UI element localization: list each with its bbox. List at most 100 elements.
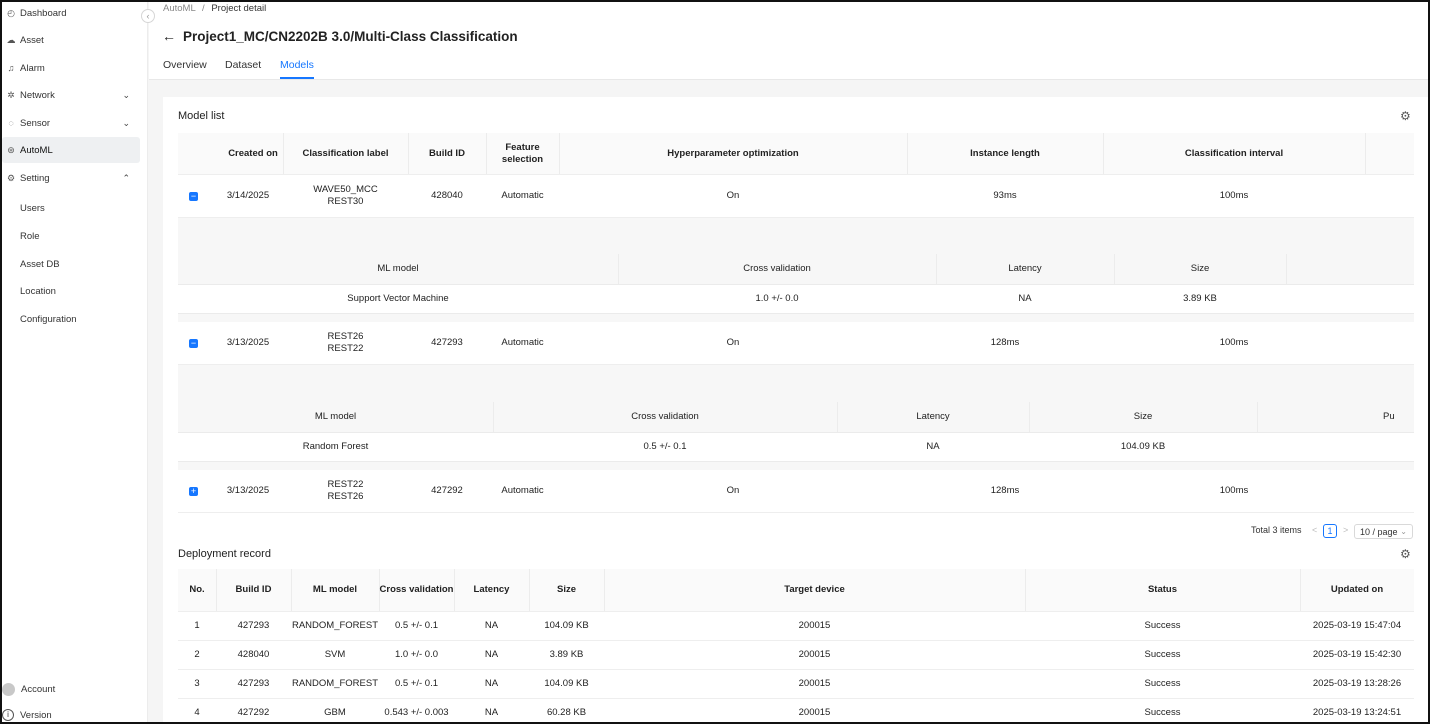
sidebar-sub-item-asset-db[interactable]: Asset DB	[20, 259, 60, 270]
expand-row-icon[interactable]: +	[189, 487, 198, 496]
ml-model-cell: RANDOM_FOREST	[291, 678, 379, 689]
column-header-no[interactable]: No.	[178, 569, 216, 611]
asset-icon: ☁	[6, 34, 16, 45]
table-row[interactable]: + 3/13/2025 REST22 REST26 427292 Automat…	[178, 470, 1414, 513]
next-page-button[interactable]: >	[1343, 525, 1348, 535]
created-on-cell: 3/13/2025	[226, 485, 270, 496]
table-row[interactable]: 1 427293 RANDOM_FOREST 0.5 +/- 0.1 NA 10…	[178, 612, 1414, 641]
feature-selection-cell: Automatic	[501, 190, 544, 201]
build-id-cell: 427292	[237, 707, 270, 718]
sidebar-item-alarm[interactable]: ♫ Alarm	[2, 55, 140, 81]
chevron-down-icon: ⌄	[1400, 527, 1407, 536]
label-line: WAVE50_MCC	[313, 184, 378, 195]
prev-page-button[interactable]: <	[1312, 525, 1317, 535]
label-line: REST30	[327, 196, 364, 207]
tab-models[interactable]: Models	[280, 59, 314, 71]
instance-length-cell: 93ms	[993, 190, 1017, 201]
classification-label-cell: REST26 REST22	[283, 322, 408, 364]
no-cell: 4	[194, 707, 200, 718]
expanded-spacer	[178, 314, 1414, 322]
column-header-updated-on[interactable]: Updated on	[1300, 569, 1414, 611]
table-row[interactable]: − 3/14/2025 WAVE50_MCC REST30 428040 Aut…	[178, 175, 1414, 218]
sub-table-row[interactable]: Random Forest 0.5 +/- 0.1 NA 104.09 KB	[178, 433, 1414, 462]
sidebar-item-label: Network	[20, 89, 55, 101]
column-header-build-id[interactable]: Build ID	[408, 133, 486, 174]
column-header-truncated: Pu	[1383, 411, 1395, 422]
table-row[interactable]: 2 428040 SVM 1.0 +/- 0.0 NA 3.89 KB 2000…	[178, 641, 1414, 670]
column-header-created-on[interactable]: Created on	[213, 133, 293, 174]
table-row[interactable]: 4 427292 GBM 0.543 +/- 0.003 NA 60.28 KB…	[178, 699, 1414, 724]
size-cell: 104.09 KB	[544, 620, 589, 631]
column-header-ml-model[interactable]: ML model	[291, 569, 379, 611]
latency-cell: NA	[484, 707, 499, 718]
sidebar-item-label: Alarm	[20, 62, 45, 74]
target-device-cell: 200015	[798, 707, 831, 718]
label-line: REST26	[327, 331, 364, 342]
table-row[interactable]: 3 427293 RANDOM_FOREST 0.5 +/- 0.1 NA 10…	[178, 670, 1414, 699]
total-items: Total 3 items	[1251, 525, 1302, 535]
network-icon: ✲	[7, 89, 15, 100]
sidebar: ◴ Dashboard ☁ Asset ♫ Alarm ✲ Network ⌄ …	[0, 0, 148, 724]
sidebar-collapse-button[interactable]: ‹	[141, 9, 155, 23]
sidebar-item-sensor[interactable]: ◌ Sensor ⌄	[2, 110, 140, 136]
sub-table-row[interactable]: Support Vector Machine 1.0 +/- 0.0 NA 3.…	[178, 285, 1414, 314]
column-header-classification-interval[interactable]: Classification interval	[1103, 133, 1365, 174]
account-menu[interactable]: Account	[2, 683, 55, 696]
sidebar-sub-item-users[interactable]: Users	[20, 203, 45, 214]
column-header-classification-label[interactable]: Classification label	[283, 133, 408, 174]
table-settings-gear-icon[interactable]: ⚙	[1400, 109, 1411, 123]
sidebar-item-asset[interactable]: ☁ Asset	[2, 27, 140, 53]
column-header-hyperparameter-optimization[interactable]: Hyperparameter optimization	[559, 133, 907, 174]
sidebar-sub-item-role[interactable]: Role	[20, 231, 40, 242]
created-on-cell: 3/14/2025	[226, 190, 270, 201]
collapse-row-icon[interactable]: −	[189, 339, 198, 348]
target-device-cell: 200015	[798, 649, 831, 660]
column-header-feature-selection[interactable]: Feature selection	[486, 133, 559, 174]
deployment-settings-gear-icon[interactable]: ⚙	[1400, 547, 1411, 561]
build-id-cell: 427293	[431, 337, 463, 348]
version-menu[interactable]: i Version	[2, 709, 52, 721]
sidebar-item-network[interactable]: ✲ Network ⌄	[2, 82, 140, 108]
tab-dataset[interactable]: Dataset	[225, 59, 261, 71]
column-header-status[interactable]: Status	[1025, 569, 1300, 611]
classification-interval-cell: 100ms	[1219, 485, 1249, 496]
latency-cell: NA	[926, 441, 940, 452]
model-list-header: Created on Classification label Build ID…	[178, 133, 1414, 175]
collapse-row-icon[interactable]: −	[189, 192, 198, 201]
tab-overview[interactable]: Overview	[163, 59, 207, 71]
size-cell: 104.09 KB	[1120, 441, 1166, 452]
column-header-cross-validation: Cross validation	[631, 411, 699, 422]
page-number-button[interactable]: 1	[1323, 524, 1337, 538]
updated-on-cell: 2025-03-19 13:28:26	[1312, 678, 1402, 689]
size-cell: 104.09 KB	[544, 678, 589, 689]
cross-validation-cell: 1.0 +/- 0.0	[755, 293, 799, 304]
sidebar-sub-item-location[interactable]: Location	[20, 286, 56, 297]
feature-selection-cell: Automatic	[501, 485, 544, 496]
column-header-latency[interactable]: Latency	[454, 569, 529, 611]
instance-length-cell: 128ms	[990, 337, 1020, 348]
sidebar-item-label: Asset	[20, 34, 44, 46]
sidebar-item-setting[interactable]: ⚙ Setting ⌃	[2, 165, 140, 191]
size-cell: 3.89 KB	[1183, 293, 1217, 304]
latency-cell: NA	[484, 678, 499, 689]
sidebar-item-automl[interactable]: ⊛ AutoML	[2, 137, 140, 163]
ml-model-cell: GBM	[324, 707, 346, 718]
chevron-down-icon: ⌄	[122, 117, 130, 128]
sidebar-item-dashboard[interactable]: ◴ Dashboard	[2, 0, 140, 26]
table-row[interactable]: − 3/13/2025 REST26 REST22 427293 Automat…	[178, 322, 1414, 365]
back-arrow-icon[interactable]: ←	[162, 28, 176, 44]
sidebar-sub-item-configuration[interactable]: Configuration	[20, 314, 77, 325]
breadcrumb-root[interactable]: AutoML	[163, 3, 195, 14]
column-header-cross-validation[interactable]: Cross validation	[379, 569, 454, 611]
no-cell: 2	[194, 649, 200, 660]
column-header-latency: Latency	[916, 411, 950, 422]
column-header-build-id[interactable]: Build ID	[216, 569, 291, 611]
info-icon: i	[2, 709, 14, 721]
column-header-instance-length[interactable]: Instance length	[907, 133, 1103, 174]
column-header-target-device[interactable]: Target device	[604, 569, 1025, 611]
page-size-select[interactable]: 10 / page ⌄	[1354, 524, 1413, 539]
column-header-size[interactable]: Size	[529, 569, 604, 611]
cross-validation-cell: 0.5 +/- 0.1	[394, 620, 439, 631]
column-header-ml-model: ML model	[377, 263, 419, 274]
ml-model-cell: SVM	[324, 649, 346, 660]
